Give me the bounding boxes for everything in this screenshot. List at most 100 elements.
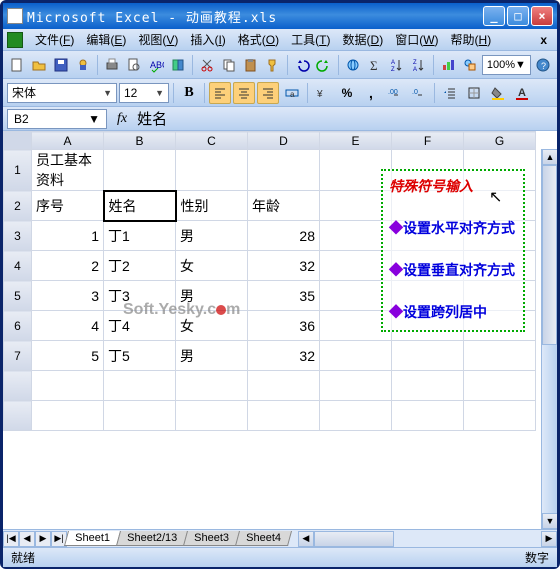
row-header-2[interactable]: 2 [4,191,32,221]
col-header-F[interactable]: F [392,132,464,150]
col-header-C[interactable]: C [176,132,248,150]
cell-D4[interactable]: 32 [248,251,320,281]
row-header-5[interactable]: 5 [4,281,32,311]
spell-icon[interactable]: ABC [146,54,166,76]
row-header-3[interactable]: 3 [4,221,32,251]
vertical-scrollbar[interactable]: ▲ ▼ [541,149,557,529]
horizontal-scrollbar[interactable]: ◀ ▶ [298,531,557,547]
cell-D5[interactable]: 35 [248,281,320,311]
cell-A3[interactable]: 1 [32,221,104,251]
permission-icon[interactable] [73,54,93,76]
format-painter-icon[interactable] [263,54,283,76]
percent-button[interactable]: % [336,82,358,104]
cell-D2[interactable]: 年龄 [248,191,320,221]
menu-tools[interactable]: 工具(T) [285,29,336,50]
select-all-corner[interactable] [4,132,32,150]
sheet-tab-2[interactable]: Sheet2/13 [116,531,188,546]
print-icon[interactable] [102,54,122,76]
formula-content[interactable]: 姓名 [137,108,167,129]
row-header-4[interactable]: 4 [4,251,32,281]
bold-button[interactable]: B [178,82,200,104]
fontsize-combo[interactable]: 12▼ [119,83,169,103]
sum-icon[interactable]: Σ [365,54,385,76]
name-box[interactable]: B2▼ [7,109,107,129]
open-icon[interactable] [29,54,49,76]
cell-A6[interactable]: 4 [32,311,104,341]
row-header-8[interactable] [4,371,32,401]
align-left-button[interactable] [209,82,231,104]
cell-B3[interactable]: 丁1 [104,221,176,251]
drawing-icon[interactable] [460,54,480,76]
menu-insert[interactable]: 插入(I) [184,29,231,50]
cell-C7[interactable]: 男 [176,341,248,371]
increase-decimal-button[interactable]: .00 [384,82,406,104]
zoom-combo[interactable]: 100%▼ [482,55,531,75]
help-icon[interactable]: ? [533,54,553,76]
cell-D6[interactable]: 36 [248,311,320,341]
cell-C4[interactable]: 女 [176,251,248,281]
menu-edit[interactable]: 编辑(E) [80,29,132,50]
close-button[interactable]: × [531,6,553,26]
align-right-button[interactable] [257,82,279,104]
maximize-button[interactable]: □ [507,6,529,26]
cut-icon[interactable] [197,54,217,76]
fx-icon[interactable]: fx [117,111,127,127]
research-icon[interactable] [168,54,188,76]
menu-help[interactable]: 帮助(H) [445,29,498,50]
cell-D7[interactable]: 32 [248,341,320,371]
tab-nav-first[interactable]: |◀ [3,531,19,547]
row-header-6[interactable]: 6 [4,311,32,341]
cell-D3[interactable]: 28 [248,221,320,251]
scroll-up-button[interactable]: ▲ [542,149,557,165]
cell-C2[interactable]: 性别 [176,191,248,221]
cell-C3[interactable]: 男 [176,221,248,251]
menu-window[interactable]: 窗口(W) [389,29,444,50]
col-header-D[interactable]: D [248,132,320,150]
cell-A1[interactable]: 员工基本资料 [32,150,104,191]
cell-A7[interactable]: 5 [32,341,104,371]
row-header-1[interactable]: 1 [4,150,32,191]
scroll-right-button[interactable]: ▶ [541,531,557,547]
sort-desc-icon[interactable]: ZA [409,54,429,76]
scroll-down-button[interactable]: ▼ [542,513,557,529]
cell-B7[interactable]: 丁5 [104,341,176,371]
col-header-G[interactable]: G [464,132,536,150]
menu-data[interactable]: 数据(D) [337,29,390,50]
borders-button[interactable] [463,82,485,104]
cell-A5[interactable]: 3 [32,281,104,311]
scroll-v-thumb[interactable] [542,165,557,345]
cell-A2[interactable]: 序号 [32,191,104,221]
preview-icon[interactable] [124,54,144,76]
sheet-tab-4[interactable]: Sheet4 [235,531,292,546]
scroll-left-button[interactable]: ◀ [298,531,314,547]
new-icon[interactable] [7,54,27,76]
close-doc-button[interactable]: x [534,33,553,47]
sort-asc-icon[interactable]: AZ [387,54,407,76]
undo-icon[interactable] [292,54,312,76]
scroll-h-thumb[interactable] [314,531,394,547]
minimize-button[interactable]: _ [483,6,505,26]
decrease-decimal-button[interactable]: .0 [408,82,430,104]
save-icon[interactable] [51,54,71,76]
row-header-9[interactable] [4,401,32,431]
paste-icon[interactable] [241,54,261,76]
merge-center-button[interactable]: a [281,82,303,104]
col-header-A[interactable]: A [32,132,104,150]
decrease-indent-button[interactable] [439,82,461,104]
tab-nav-prev[interactable]: ◀ [19,531,35,547]
chart-icon[interactable] [438,54,458,76]
menu-view[interactable]: 视图(V) [132,29,184,50]
row-header-7[interactable]: 7 [4,341,32,371]
col-header-E[interactable]: E [320,132,392,150]
comma-button[interactable]: , [360,82,382,104]
align-center-button[interactable] [233,82,255,104]
menu-file[interactable]: 文件(F) [29,29,80,50]
currency-button[interactable]: ¥ [312,82,334,104]
font-color-button[interactable]: A [511,82,533,104]
cell-B4[interactable]: 丁2 [104,251,176,281]
redo-icon[interactable] [314,54,334,76]
sheet-tab-1[interactable]: Sheet1 [64,531,121,546]
menu-format[interactable]: 格式(O) [232,29,285,50]
cell-A4[interactable]: 2 [32,251,104,281]
hyperlink-icon[interactable] [343,54,363,76]
